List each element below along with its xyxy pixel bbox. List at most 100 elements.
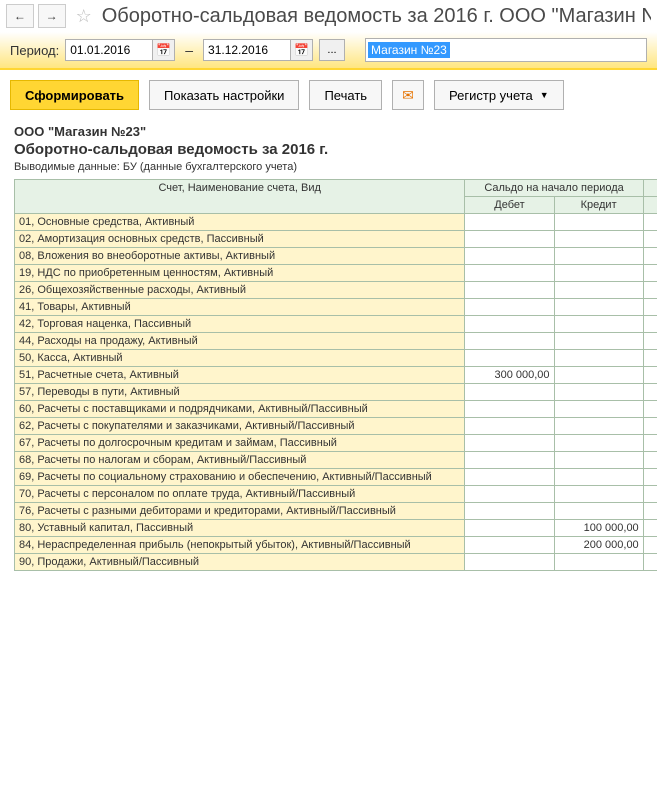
row-turnover-debit: 240,00 — [643, 231, 657, 248]
row-turnover-debit: 966 000,00 — [643, 401, 657, 418]
show-settings-button[interactable]: Показать настройки — [149, 80, 299, 110]
toolbar: Сформировать Показать настройки Печать ✉… — [0, 70, 657, 120]
table-row: 19, НДС по приобретенным ценностям, Акти… — [15, 265, 657, 282]
period-label: Период: — [10, 43, 59, 58]
row-opening-credit — [554, 214, 643, 231]
row-account-name: 68, Расчеты по налогам и сборам, Активны… — [15, 452, 465, 469]
row-opening-debit — [465, 554, 554, 571]
row-turnover-debit: 105 218,38 — [643, 265, 657, 282]
row-turnover-debit: 272 837,00 — [643, 350, 657, 367]
period-select-button[interactable]: ... — [319, 39, 345, 61]
row-account-name: 84, Нераспределенная прибыль (непокрытый… — [15, 537, 465, 554]
row-opening-debit — [465, 537, 554, 554]
generate-button[interactable]: Сформировать — [10, 80, 139, 110]
row-turnover-debit: 2 278 913,27 — [643, 537, 657, 554]
row-turnover-debit: 1 370 787,62 — [643, 299, 657, 316]
row-account-name: 19, НДС по приобретенным ценностям, Акти… — [15, 265, 465, 282]
row-opening-credit — [554, 554, 643, 571]
period-bar: Период: 📅 – 📅 ... Магазин №23 — [0, 32, 657, 70]
row-opening-debit — [465, 452, 554, 469]
report-table: Счет, Наименование счета, Вид Сальдо на … — [14, 179, 657, 571]
table-row: 50, Касса, Активный272 837,00269 000,00 — [15, 350, 657, 367]
calendar-icon: 📅 — [294, 43, 309, 57]
row-opening-credit — [554, 299, 643, 316]
col-turnover-header: Обороты за период — [643, 180, 657, 197]
row-opening-debit — [465, 486, 554, 503]
row-turnover-debit — [643, 520, 657, 537]
row-account-name: 50, Касса, Активный — [15, 350, 465, 367]
table-row: 42, Торговая наценка, Пассивный11 180,78 — [15, 316, 657, 333]
row-opening-debit — [465, 299, 554, 316]
table-row: 70, Расчеты с персоналом по оплате труда… — [15, 486, 657, 503]
print-button[interactable]: Печать — [309, 80, 382, 110]
register-button[interactable]: Регистр учета▼ — [434, 80, 564, 110]
row-turnover-debit: 189 600,00 — [643, 214, 657, 231]
row-opening-debit: 300 000,00 — [465, 367, 554, 384]
row-opening-debit — [465, 214, 554, 231]
row-account-name: 51, Расчетные счета, Активный — [15, 367, 465, 384]
row-turnover-debit: 6 918 361,36 — [643, 554, 657, 571]
table-row: 76, Расчеты с разными дебиторами и креди… — [15, 503, 657, 520]
row-opening-debit — [465, 265, 554, 282]
report-subtitle: Выводимые данные: БУ (данные бухгалтерск… — [14, 161, 643, 173]
table-row: 62, Расчеты с покупателями и заказчиками… — [15, 418, 657, 435]
row-opening-debit — [465, 418, 554, 435]
date-from-input[interactable] — [65, 39, 153, 61]
table-row: 68, Расчеты по налогам и сборам, Активны… — [15, 452, 657, 469]
row-opening-credit — [554, 401, 643, 418]
row-opening-credit — [554, 384, 643, 401]
row-account-name: 60, Расчеты с поставщиками и подрядчикам… — [15, 401, 465, 418]
row-turnover-debit — [643, 469, 657, 486]
row-account-name: 62, Расчеты с покупателями и заказчиками… — [15, 418, 465, 435]
row-account-name: 08, Вложения во внеоборотные активы, Акт… — [15, 248, 465, 265]
dash: – — [185, 42, 193, 58]
row-opening-credit — [554, 282, 643, 299]
calendar-to-button[interactable]: 📅 — [291, 39, 313, 61]
row-opening-credit: 100 000,00 — [554, 520, 643, 537]
row-account-name: 42, Торговая наценка, Пассивный — [15, 316, 465, 333]
table-row: 90, Продажи, Активный/Пассивный 6 918 361… — [15, 554, 657, 571]
row-account-name: 69, Расчеты по социальному страхованию и… — [15, 469, 465, 486]
nav-back-button[interactable]: ← — [6, 4, 34, 28]
table-row: 80, Уставный капитал, Пассивный 100 000,0… — [15, 520, 657, 537]
table-row: 26, Общехозяйственные расходы, Активный1… — [15, 282, 657, 299]
row-opening-credit — [554, 418, 643, 435]
row-opening-debit — [465, 316, 554, 333]
org-input[interactable]: Магазин №23 — [365, 38, 647, 62]
nav-forward-button[interactable]: → — [38, 4, 66, 28]
row-opening-debit — [465, 282, 554, 299]
row-opening-credit — [554, 486, 643, 503]
table-row: 02, Амортизация основных средств, Пассив… — [15, 231, 657, 248]
row-account-name: 57, Переводы в пути, Активный — [15, 384, 465, 401]
row-account-name: 90, Продажи, Активный/Пассивный — [15, 554, 465, 571]
table-row: 57, Переводы в пути, Активный574 674,005… — [15, 384, 657, 401]
row-opening-debit — [465, 231, 554, 248]
row-opening-debit — [465, 350, 554, 367]
row-account-name: 44, Расходы на продажу, Активный — [15, 333, 465, 350]
row-opening-credit — [554, 333, 643, 350]
col-account-header: Счет, Наименование счета, Вид — [15, 180, 465, 214]
row-opening-credit — [554, 367, 643, 384]
calendar-from-button[interactable]: 📅 — [153, 39, 175, 61]
star-icon[interactable]: ☆ — [76, 6, 92, 27]
table-row: 51, Расчетные счета, Активный300 000,001… — [15, 367, 657, 384]
row-account-name: 02, Амортизация основных средств, Пассив… — [15, 231, 465, 248]
date-to-input[interactable] — [203, 39, 291, 61]
page-title: Оборотно-сальдовая ведомость за 2016 г. … — [102, 5, 651, 28]
row-account-name: 80, Уставный капитал, Пассивный — [15, 520, 465, 537]
table-row: 67, Расчеты по долгосрочным кредитам и з… — [15, 435, 657, 452]
row-opening-credit — [554, 452, 643, 469]
row-account-name: 01, Основные средства, Активный — [15, 214, 465, 231]
row-turnover-debit: 146 400,00 — [643, 248, 657, 265]
row-turnover-debit: 10 332,00 — [643, 503, 657, 520]
row-turnover-debit: 585 900,00 — [643, 333, 657, 350]
email-button[interactable]: ✉ — [392, 80, 424, 110]
row-turnover-debit — [643, 435, 657, 452]
row-opening-credit — [554, 231, 643, 248]
topbar: ← → ☆ Оборотно-сальдовая ведомость за 20… — [0, 0, 657, 32]
row-account-name: 76, Расчеты с разными дебиторами и креди… — [15, 503, 465, 520]
table-row: 60, Расчеты с поставщиками и подрядчикам… — [15, 401, 657, 418]
table-row: 08, Вложения во внеоборотные активы, Акт… — [15, 248, 657, 265]
col-opening-credit: Кредит — [554, 197, 643, 214]
arrow-left-icon: ← — [14, 9, 26, 23]
